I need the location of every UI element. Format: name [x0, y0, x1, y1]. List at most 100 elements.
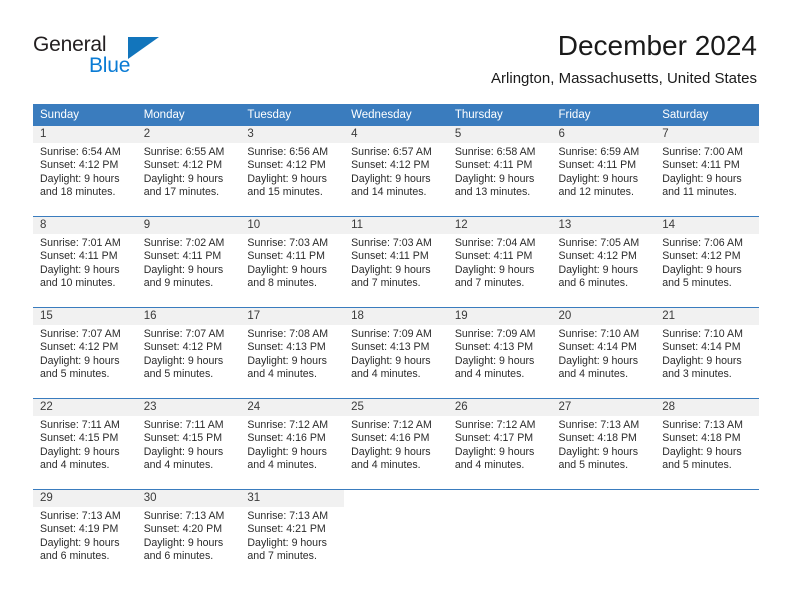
sunset-text: Sunset: 4:15 PM [40, 432, 119, 445]
triangle-logo-icon [128, 37, 159, 59]
day-cell[interactable]: 10 Sunrise: 7:03 AM Sunset: 4:11 PM Dayligh… [240, 216, 345, 308]
day-cell[interactable]: 31 Sunrise: 7:13 AM Sunset: 4:21 PM Dayligh… [240, 489, 345, 580]
sunset-text: Sunset: 4:15 PM [143, 432, 223, 445]
sunrise-text: Sunrise: 7:12 AM [247, 419, 329, 431]
daylight-text-line2: and 4 minutes. [40, 459, 110, 472]
daylight-text-line1: Daylight: 9 hours [247, 445, 327, 458]
day-number: 26 [447, 399, 552, 416]
calendar-page: General Blue December 2024 Arlington, Ma… [0, 0, 792, 612]
day-number: 5 [447, 126, 552, 143]
daylight-text-line1: Daylight: 9 hours [558, 354, 639, 367]
sunrise-text: Sunrise: 7:01 AM [40, 237, 121, 249]
daylight-text-line1: Daylight: 9 hours [558, 172, 639, 185]
day-number: 29 [33, 490, 137, 507]
sunrise-text: Sunrise: 7:00 AM [662, 146, 743, 158]
daylight-text-line2: and 3 minutes. [662, 368, 732, 381]
day-cell[interactable]: 7 Sunrise: 7:00 AM Sunset: 4:11 PM Daylight… [655, 126, 759, 217]
day-cell[interactable]: 19 Sunrise: 7:09 AM Sunset: 4:13 PM Dayligh… [447, 307, 552, 399]
daylight-text-line1: Daylight: 9 hours [558, 263, 639, 276]
day-number: 30 [136, 490, 241, 507]
daylight-text-line1: Daylight: 9 hours [558, 445, 639, 458]
daylight-text-line2: and 5 minutes. [662, 459, 732, 472]
daylight-text-line2: and 7 minutes. [247, 550, 317, 563]
day-cell[interactable]: 3 Sunrise: 6:56 AM Sunset: 4:12 PM Daylight… [240, 126, 345, 217]
calendar-head: Sunday Monday Tuesday Wednesday Thursday… [33, 104, 759, 126]
day-cell[interactable]: 2 Sunrise: 6:55 AM Sunset: 4:12 PM Daylight… [136, 126, 241, 217]
day-cell[interactable]: 17 Sunrise: 7:08 AM Sunset: 4:13 PM Dayligh… [240, 307, 345, 399]
day-cell[interactable]: 4 Sunrise: 6:57 AM Sunset: 4:12 PM Daylight… [344, 126, 448, 217]
sunrise-text: Sunrise: 7:09 AM [351, 328, 432, 340]
day-cell[interactable]: 8 Sunrise: 7:01 AM Sunset: 4:11 PM Daylight… [33, 216, 137, 308]
sunrise-text: Sunrise: 7:10 AM [558, 328, 640, 340]
sunset-text: Sunset: 4:17 PM [454, 432, 534, 445]
day-cell[interactable]: 13 Sunrise: 7:05 AM Sunset: 4:12 PM Dayligh… [551, 216, 656, 308]
day-cell[interactable]: 21 Sunrise: 7:10 AM Sunset: 4:14 PM Dayligh… [655, 307, 759, 399]
sunrise-text: Sunrise: 7:13 AM [662, 419, 743, 431]
sunset-text: Sunset: 4:18 PM [662, 432, 741, 445]
day-number: 12 [447, 217, 552, 234]
day-cell[interactable]: 5 Sunrise: 6:58 AM Sunset: 4:11 PM Daylight… [447, 126, 552, 217]
daylight-text-line1: Daylight: 9 hours [351, 172, 431, 185]
day-cell[interactable]: 30 Sunrise: 7:13 AM Sunset: 4:20 PM Dayligh… [136, 489, 241, 580]
week-row: 22 Sunrise: 7:11 AM Sunset: 4:15 PM Dayligh… [33, 398, 759, 490]
day-cell[interactable]: 9 Sunrise: 7:02 AM Sunset: 4:11 PM Daylight… [136, 216, 241, 308]
day-cell[interactable]: 12 Sunrise: 7:04 AM Sunset: 4:11 PM Dayligh… [447, 216, 552, 308]
day-cell[interactable]: 1 Sunrise: 6:54 AM Sunset: 4:12 PM Daylight… [33, 126, 137, 217]
sunrise-text: Sunrise: 7:13 AM [247, 510, 329, 522]
daylight-text-line2: and 18 minutes. [40, 186, 116, 199]
sunrise-text: Sunrise: 7:07 AM [40, 328, 121, 340]
day-cell[interactable]: 23 Sunrise: 7:11 AM Sunset: 4:15 PM Dayligh… [136, 398, 241, 490]
title-block: December 2024 Arlington, Massachusetts, … [491, 28, 757, 88]
brand-name-blue: Blue [89, 54, 131, 77]
week-row: 1 Sunrise: 6:54 AM Sunset: 4:12 PM Daylight… [33, 126, 759, 217]
page-subtitle: Arlington, Massachusetts, United States [491, 70, 757, 87]
daylight-text-line1: Daylight: 9 hours [40, 172, 120, 185]
brand-logo[interactable]: General Blue [33, 33, 173, 81]
sunrise-text: Sunrise: 6:57 AM [351, 146, 432, 158]
daylight-text-line2: and 13 minutes. [454, 186, 531, 199]
sunset-text: Sunset: 4:16 PM [247, 432, 326, 445]
daylight-text-line1: Daylight: 9 hours [662, 172, 742, 185]
sunrise-text: Sunrise: 7:04 AM [454, 237, 536, 249]
day-cell-empty [447, 489, 552, 580]
weekday-header-thursday: Thursday [447, 104, 552, 126]
sunset-text: Sunset: 4:12 PM [40, 341, 119, 354]
day-cell[interactable]: 26 Sunrise: 7:12 AM Sunset: 4:17 PM Dayligh… [447, 398, 552, 490]
day-number: 17 [240, 308, 345, 325]
day-number: 14 [655, 217, 759, 234]
daylight-text-line2: and 9 minutes. [143, 277, 214, 290]
daylight-text-line2: and 4 minutes. [558, 368, 629, 381]
day-cell[interactable]: 6 Sunrise: 6:59 AM Sunset: 4:11 PM Daylight… [551, 126, 656, 217]
day-number: 11 [344, 217, 448, 234]
day-cell[interactable]: 20 Sunrise: 7:10 AM Sunset: 4:14 PM Dayligh… [551, 307, 656, 399]
weekday-header-tuesday: Tuesday [240, 104, 345, 126]
day-cell[interactable]: 29 Sunrise: 7:13 AM Sunset: 4:19 PM Dayligh… [33, 489, 137, 580]
weekday-header-wednesday: Wednesday [344, 104, 448, 126]
daylight-text-line2: and 15 minutes. [247, 186, 323, 199]
day-cell[interactable]: 18 Sunrise: 7:09 AM Sunset: 4:13 PM Dayligh… [344, 307, 448, 399]
daylight-text-line2: and 4 minutes. [143, 459, 214, 472]
weekday-header-monday: Monday [136, 104, 241, 126]
day-number: 21 [655, 308, 759, 325]
day-cell[interactable]: 14 Sunrise: 7:06 AM Sunset: 4:12 PM Dayligh… [655, 216, 759, 308]
day-cell[interactable]: 28 Sunrise: 7:13 AM Sunset: 4:18 PM Dayligh… [655, 398, 759, 490]
day-number: 22 [33, 399, 137, 416]
day-number: 16 [136, 308, 241, 325]
daylight-text-line1: Daylight: 9 hours [454, 263, 535, 276]
sunrise-text: Sunrise: 6:54 AM [40, 146, 121, 158]
day-cell[interactable]: 11 Sunrise: 7:03 AM Sunset: 4:11 PM Dayligh… [344, 216, 448, 308]
daylight-text-line2: and 4 minutes. [454, 368, 525, 381]
day-cell[interactable]: 24 Sunrise: 7:12 AM Sunset: 4:16 PM Dayligh… [240, 398, 345, 490]
day-cell[interactable]: 27 Sunrise: 7:13 AM Sunset: 4:18 PM Dayligh… [551, 398, 656, 490]
day-cell[interactable]: 15 Sunrise: 7:07 AM Sunset: 4:12 PM Dayligh… [33, 307, 137, 399]
day-cell[interactable]: 16 Sunrise: 7:07 AM Sunset: 4:12 PM Dayligh… [136, 307, 241, 399]
day-number: 13 [551, 217, 656, 234]
sunset-text: Sunset: 4:12 PM [351, 159, 430, 172]
day-cell[interactable]: 25 Sunrise: 7:12 AM Sunset: 4:16 PM Dayligh… [344, 398, 448, 490]
day-cell[interactable]: 22 Sunrise: 7:11 AM Sunset: 4:15 PM Dayligh… [33, 398, 137, 490]
day-number: 27 [551, 399, 656, 416]
daylight-text-line2: and 5 minutes. [40, 368, 110, 381]
daylight-text-line2: and 4 minutes. [351, 459, 421, 472]
daylight-text-line2: and 17 minutes. [143, 186, 220, 199]
daylight-text-line2: and 10 minutes. [40, 277, 116, 290]
